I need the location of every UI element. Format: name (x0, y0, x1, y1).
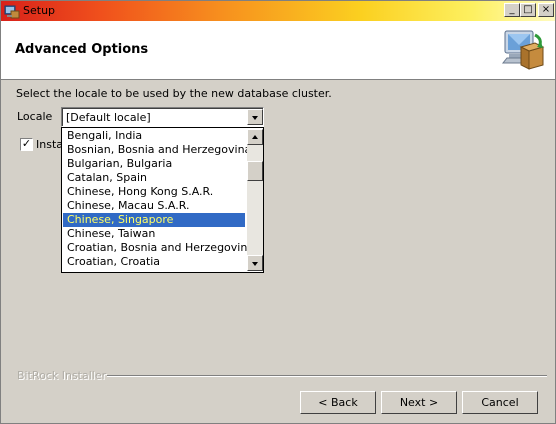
locale-dropdown-button[interactable] (247, 109, 263, 125)
install-checkbox[interactable]: ✓ (20, 138, 33, 151)
locale-select[interactable]: [Default locale] (61, 107, 264, 127)
install-checkbox-label: Insta (36, 138, 64, 151)
chevron-up-icon (252, 135, 258, 139)
brand-label: BitRock Installer (17, 369, 107, 382)
locale-option-selected[interactable]: Chinese, Singapore (63, 213, 245, 227)
installer-computer-icon (501, 30, 545, 70)
locale-option[interactable]: Bengali, India (63, 129, 245, 143)
back-button[interactable]: < Back (300, 391, 376, 414)
locale-option[interactable]: Chinese, Hong Kong S.A.R. (63, 185, 245, 199)
locale-select-value: [Default locale] (66, 111, 151, 124)
locale-option[interactable]: Chinese, Macau S.A.R. (63, 199, 245, 213)
setup-app-icon (4, 5, 20, 19)
next-button[interactable]: Next > (381, 391, 457, 414)
maximize-button[interactable]: □ (520, 3, 536, 17)
title-bar[interactable]: Setup _ □ × (1, 1, 555, 21)
scroll-down-button[interactable] (247, 255, 263, 271)
footer-divider (107, 375, 547, 377)
close-button[interactable]: × (538, 3, 554, 17)
locale-option[interactable]: Croatian, Bosnia and Herzegovina (63, 241, 254, 255)
cancel-button[interactable]: Cancel (462, 391, 538, 414)
minimize-button[interactable]: _ (504, 3, 520, 17)
maximize-icon: □ (523, 4, 533, 15)
instruction-text: Select the locale to be used by the new … (16, 87, 332, 100)
minimize-icon: _ (509, 4, 515, 15)
chevron-down-icon (252, 116, 258, 120)
locale-select-field: [Default locale] (62, 108, 263, 126)
locale-dropdown-list[interactable]: Bengali, India Bosnian, Bosnia and Herze… (61, 127, 264, 273)
locale-option[interactable]: Catalan, Spain (63, 171, 245, 185)
scrollbar-thumb[interactable] (247, 161, 263, 181)
locale-option[interactable]: Bosnian, Bosnia and Herzegovina (63, 143, 251, 157)
dropdown-scrollbar[interactable] (247, 129, 263, 271)
locale-option[interactable]: Bulgarian, Bulgaria (63, 157, 245, 171)
window-title: Setup (23, 4, 56, 17)
locale-option[interactable]: Chinese, Taiwan (63, 227, 245, 241)
chevron-down-icon (252, 262, 258, 266)
close-icon: × (541, 4, 551, 15)
wizard-header: Advanced Options (1, 21, 555, 80)
setup-window: Setup _ □ × Advanced Options Select the … (0, 0, 556, 424)
page-title: Advanced Options (15, 42, 149, 57)
locale-label: Locale (17, 110, 53, 123)
scroll-up-button[interactable] (247, 129, 263, 145)
locale-option[interactable]: Croatian, Croatia (63, 255, 245, 269)
